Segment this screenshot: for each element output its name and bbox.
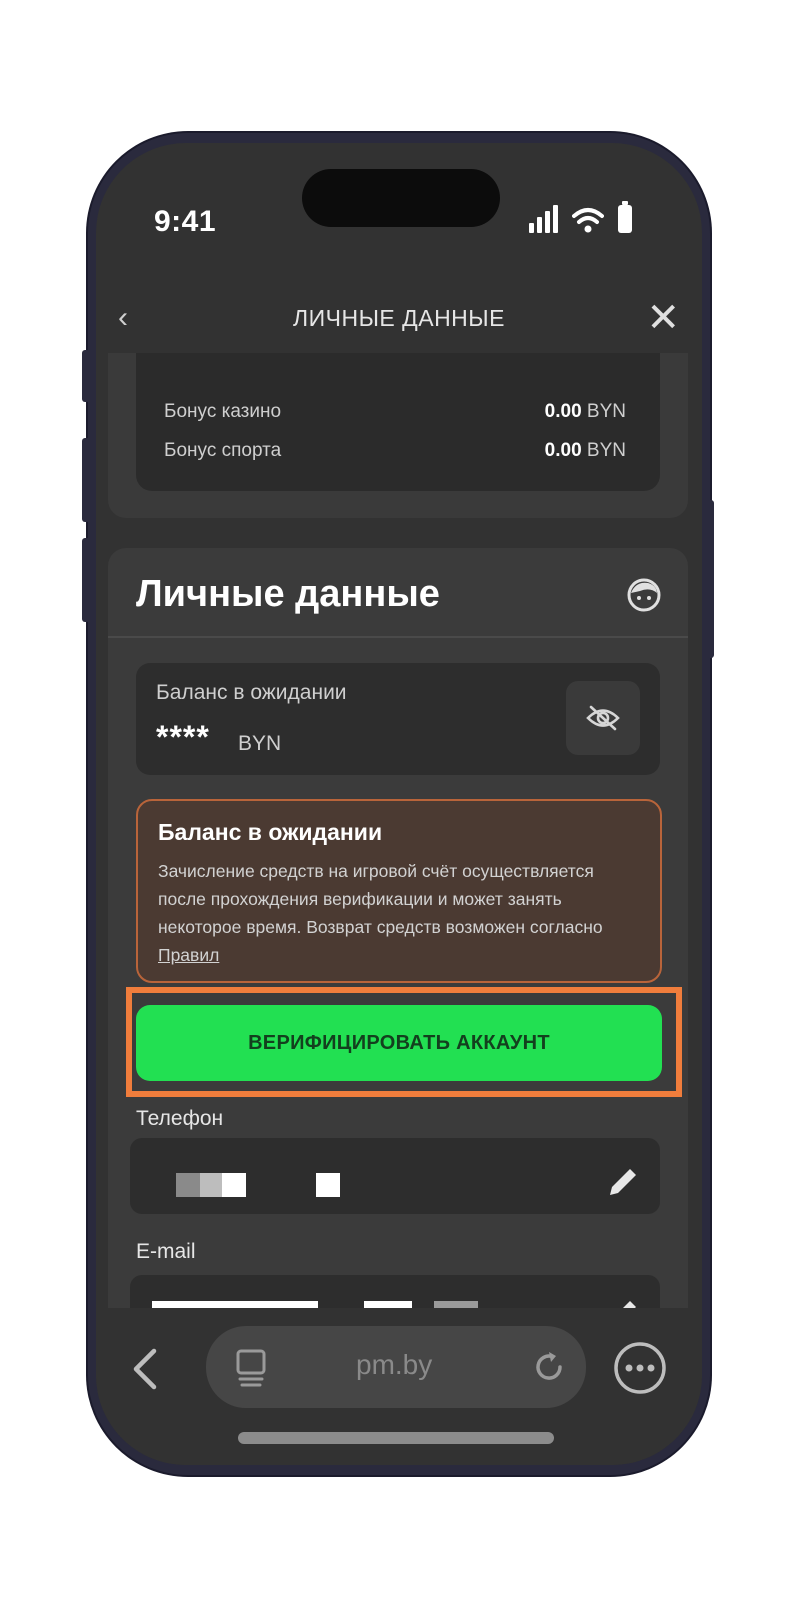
masked-phone-part: [176, 1173, 200, 1197]
back-button[interactable]: ‹: [118, 301, 128, 335]
volume-down-button: [82, 538, 90, 622]
masked-email-part: [434, 1301, 478, 1308]
phone-label: Телефон: [136, 1107, 224, 1130]
scroll-content[interactable]: Бонус казино 0.00 BYN Бонус спорта 0.00 …: [96, 353, 702, 1308]
notice-text: Зачисление средств на игровой счёт осуще…: [158, 861, 603, 965]
masked-phone-part: [222, 1173, 246, 1197]
email-label: E-mail: [136, 1240, 196, 1263]
masked-phone-part: [200, 1173, 222, 1197]
masked-email-part: [364, 1301, 412, 1308]
home-indicator[interactable]: [238, 1432, 554, 1444]
edit-email-icon[interactable]: [606, 1297, 640, 1308]
status-time: 9:41: [154, 205, 217, 238]
address-bar[interactable]: pm.by: [206, 1326, 586, 1408]
pending-balance-label: Баланс в ожидании: [156, 681, 347, 704]
masked-phone-part: [316, 1173, 340, 1197]
divider: [108, 636, 688, 638]
phone-screen: 9:41 ‹ ЛИЧНЫЕ ДАННЫЕ ✕ Бонус казино 0.00…: [96, 143, 702, 1465]
cellular-signal-icon: [529, 203, 558, 233]
status-icons: [529, 201, 632, 233]
more-options-icon[interactable]: [612, 1340, 668, 1396]
volume-up-button: [82, 438, 90, 522]
bonus-amount: 0.00 BYN: [544, 440, 626, 461]
bonus-label: Бонус спорта: [164, 440, 282, 461]
bonus-row-casino: Бонус казино 0.00 BYN: [164, 401, 626, 423]
support-avatar-icon[interactable]: [626, 577, 662, 613]
close-button[interactable]: ✕: [646, 295, 680, 341]
dynamic-island: [302, 169, 500, 227]
power-button: [706, 500, 714, 658]
browser-back-icon[interactable]: [130, 1348, 160, 1390]
section-title: Личные данные: [136, 573, 440, 615]
tabs-icon[interactable]: [234, 1348, 268, 1388]
bonus-label: Бонус казино: [164, 401, 282, 422]
reload-icon[interactable]: [532, 1350, 566, 1384]
rules-link[interactable]: Правил: [158, 945, 219, 965]
bonus-row-sport: Бонус спорта 0.00 BYN: [164, 440, 626, 462]
pending-balance-value: ****: [156, 719, 210, 755]
notice-title: Баланс в ожидании: [158, 819, 383, 845]
battery-icon: [618, 201, 632, 233]
page-title: ЛИЧНЫЕ ДАННЫЕ: [293, 304, 505, 331]
edit-phone-icon[interactable]: [606, 1165, 640, 1199]
top-nav: ‹ ЛИЧНЫЕ ДАННЫЕ ✕: [96, 283, 702, 353]
eye-off-icon: [586, 705, 620, 731]
bonus-amount: 0.00 BYN: [544, 401, 626, 422]
action-button: [82, 350, 90, 402]
wifi-icon: [572, 208, 604, 233]
masked-email-part: [152, 1301, 318, 1308]
verify-account-button[interactable]: ВЕРИФИЦИРОВАТЬ АККАУНТ: [136, 1005, 662, 1081]
browser-toolbar: pm.by: [96, 1308, 702, 1465]
toggle-visibility-button[interactable]: [566, 681, 640, 755]
url-text: pm.by: [356, 1349, 433, 1380]
pending-balance-currency: BYN: [238, 732, 282, 755]
